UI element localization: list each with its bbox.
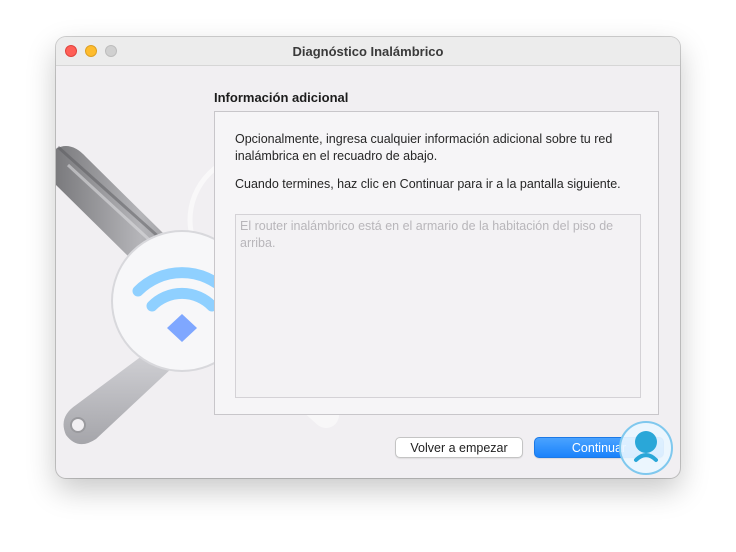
wireless-diagnostics-window: Diagnóstico Inalámbrico Información adic… bbox=[56, 37, 680, 478]
instruction-paragraph-1: Opcionalmente, ingresa cualquier informa… bbox=[235, 132, 613, 163]
title-bar[interactable]: Diagnóstico Inalámbrico bbox=[56, 37, 680, 66]
section-heading: Información adicional bbox=[214, 90, 349, 105]
window-title: Diagnóstico Inalámbrico bbox=[292, 44, 444, 59]
textarea-placeholder: El router inalámbrico está en el armario… bbox=[240, 219, 614, 250]
info-panel: Opcionalmente, ingresa cualquier informa… bbox=[214, 111, 659, 415]
start-over-button[interactable]: Volver a empezar bbox=[395, 437, 523, 458]
instruction-paragraph-2: Cuando termines, haz clic en Continuar p… bbox=[235, 177, 621, 191]
additional-info-textarea[interactable]: El router inalámbrico está en el armario… bbox=[235, 214, 641, 398]
site-watermark-icon bbox=[619, 421, 673, 475]
